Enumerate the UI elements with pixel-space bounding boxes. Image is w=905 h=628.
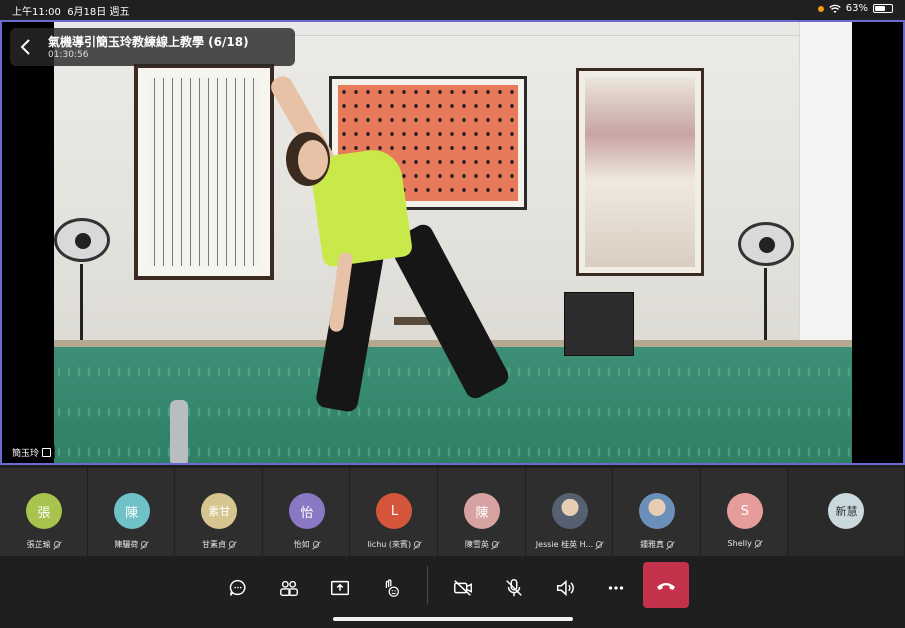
- participant-name: 鍾雅真: [613, 539, 700, 550]
- status-date: 6月18日 週五: [67, 7, 130, 18]
- banner-frame: [576, 68, 704, 276]
- status-right: 63%: [817, 3, 893, 14]
- pin-icon[interactable]: [42, 447, 52, 457]
- participant-name-text: 怡如: [293, 540, 310, 549]
- left-speaker: [54, 218, 110, 262]
- battery-fill: [875, 6, 886, 11]
- active-speaker-video[interactable]: 氣機導引簡玉玲教練線上教學 (6/18) 01:30:56 簡玉玲: [0, 20, 905, 465]
- participant-tile[interactable]: 新慧: [788, 468, 905, 556]
- participant-name-text: Jessie 桂英 H...: [535, 540, 594, 549]
- raise-hand-icon: [385, 579, 399, 597]
- muted-mic-icon: [754, 540, 761, 547]
- chat-button[interactable]: [218, 568, 258, 608]
- mic-toggle-button[interactable]: [494, 568, 534, 608]
- participant-tile[interactable]: Llichu (來賓): [350, 468, 439, 556]
- participant-name-text: 陳雪英: [464, 540, 489, 549]
- meeting-title-bar: 氣機導引簡玉玲教練線上教學 (6/18) 01:30:56: [10, 28, 295, 66]
- participant-name-text: Shelly: [727, 539, 752, 548]
- battery-icon: [873, 4, 893, 13]
- participant-name: Jessie 桂英 H...: [526, 539, 613, 550]
- muted-mic-icon: [312, 541, 319, 548]
- participant-tile[interactable]: 怡怡如: [262, 468, 351, 556]
- avatar: S: [726, 493, 763, 529]
- home-indicator[interactable]: [333, 617, 573, 621]
- muted-mic-icon: [141, 541, 148, 548]
- participant-tile[interactable]: S Shelly: [700, 468, 789, 556]
- battery-percent: 63%: [845, 3, 868, 14]
- avatar: 怡: [288, 493, 325, 529]
- more-options-button[interactable]: [596, 568, 636, 608]
- mic-off-icon: [506, 579, 522, 597]
- participant-strip: 張張芷瑜陳陳驪荷 素甘 甘素貞怡怡如 Llichu (來賓) 陳陳雪英 Jessie 桂英…: [0, 468, 905, 556]
- share-screen-icon: [331, 580, 349, 596]
- status-time-date: 上午11:00 6月18日 週五: [12, 3, 129, 18]
- meeting-title: 氣機導引簡玉玲教練線上教學 (6/18): [48, 35, 249, 49]
- avatar: 張: [26, 493, 62, 529]
- participants-button[interactable]: [269, 568, 309, 608]
- participant-name: 陳雪英: [438, 539, 525, 550]
- person-face: [298, 140, 328, 180]
- teams-meeting-screen: 上午11:00 6月18日 週五 63% 氣機導引簡玉玲教練線上教學 (6/18…: [0, 0, 905, 628]
- participant-name-text: 甘素貞: [202, 540, 227, 549]
- status-bar: 上午11:00 6月18日 週五 63%: [0, 0, 905, 20]
- participant-tile[interactable]: 陳陳驪荷: [87, 468, 176, 556]
- participant-name: lichu (來賓): [350, 539, 437, 550]
- participant-tile[interactable]: 陳陳雪英: [438, 468, 526, 556]
- participant-name: 張芷瑜: [0, 539, 87, 550]
- end-call-button[interactable]: [643, 562, 689, 608]
- muted-mic-icon: [667, 541, 674, 548]
- participant-tile[interactable]: Jessie 桂英 H...: [525, 468, 614, 556]
- avatar: 新慧: [828, 493, 865, 529]
- participant-tile[interactable]: 素甘 甘素貞: [175, 468, 263, 556]
- end-call-icon: [657, 583, 675, 590]
- muted-mic-icon: [53, 541, 60, 548]
- more-icon: [608, 586, 624, 590]
- participant-tile[interactable]: 張張芷瑜: [0, 468, 88, 556]
- calligraphy-frame: [134, 64, 274, 280]
- water-bottle: [170, 400, 188, 463]
- speaker-name-tag: 簡玉玲: [8, 445, 56, 459]
- muted-mic-icon: [414, 541, 421, 548]
- participant-name: 怡如: [263, 539, 350, 550]
- muted-mic-icon: [491, 541, 498, 548]
- participant-name-text: 張芷瑜: [26, 540, 51, 549]
- participants-icon: [280, 580, 298, 597]
- raise-hand-button[interactable]: [371, 568, 411, 608]
- participant-name: Shelly: [701, 539, 788, 548]
- avatar: 陳: [464, 493, 501, 529]
- share-screen-button[interactable]: [320, 568, 360, 608]
- avatar: 陳: [113, 493, 150, 529]
- avatar: [551, 493, 588, 529]
- meeting-duration: 01:30:56: [48, 50, 89, 60]
- video-scene: [54, 22, 852, 463]
- speaker-button[interactable]: [545, 568, 585, 608]
- camera-off-icon: [454, 580, 472, 596]
- participant-name: 甘素貞: [175, 539, 262, 550]
- avatar: 素甘: [201, 493, 238, 529]
- participant-tile[interactable]: 鍾雅真: [613, 468, 701, 556]
- status-time: 上午11:00: [12, 7, 61, 18]
- scene-pillar: [799, 22, 852, 362]
- avatar: [639, 493, 676, 529]
- avatar: L: [376, 493, 413, 529]
- controls-divider: [427, 566, 428, 604]
- wifi-icon: [829, 4, 841, 13]
- participant-name-text: 陳驪荷: [114, 540, 139, 549]
- speaker-icon: [556, 579, 574, 597]
- participant-name: 陳驪荷: [88, 539, 175, 550]
- muted-mic-icon: [229, 541, 236, 548]
- camera-toggle-button[interactable]: [443, 568, 483, 608]
- subwoofer: [564, 292, 634, 356]
- speaker-name: 簡玉玲: [12, 448, 40, 459]
- participant-name-text: 鍾雅真: [640, 540, 665, 549]
- chat-icon: [229, 579, 246, 596]
- muted-mic-icon: [596, 541, 603, 548]
- mic-in-use-indicator-icon: [817, 5, 824, 12]
- back-chevron-icon[interactable]: [18, 38, 34, 56]
- right-speaker: [738, 222, 794, 266]
- participant-name-text: lichu (來賓): [367, 540, 412, 549]
